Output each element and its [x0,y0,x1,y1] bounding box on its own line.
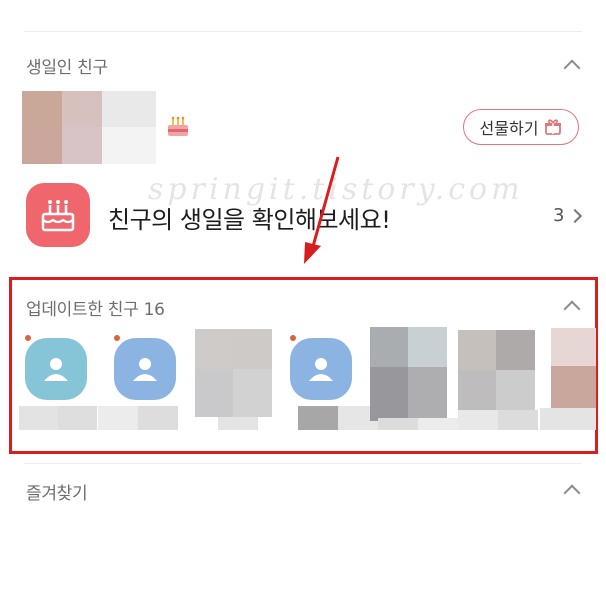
cake-icon [168,116,188,136]
person-icon [133,358,157,381]
friend-avatar[interactable] [195,329,272,417]
friend-avatar[interactable] [290,338,352,400]
friend-avatar[interactable] [458,330,535,410]
chevron-up-icon[interactable] [563,484,581,502]
friend-avatar[interactable] [551,328,596,408]
birthday-cake-tile[interactable] [26,183,90,247]
birthday-count-link[interactable]: 3 [553,205,583,226]
friend-name-blurred [458,410,538,430]
friend-name-blurred [98,406,178,430]
friend-name-blurred [378,418,458,430]
updated-section-title: 업데이트한 친구 16 [26,300,165,320]
friend-name-blurred [19,406,97,430]
chevron-up-icon[interactable] [563,59,581,77]
new-update-dot [290,335,296,341]
gift-button-label: 선물하기 [479,119,539,138]
favorites-section-title: 즐겨찾기 [26,484,88,504]
birthday-section-title: 생일인 친구 [26,58,108,78]
new-update-dot [25,335,31,341]
top-divider [24,31,582,32]
birthday-count: 3 [553,205,565,226]
section-divider [24,463,582,464]
cake-icon [41,200,75,232]
friend-avatar[interactable] [370,327,447,421]
person-icon [44,358,68,381]
friend-name-blurred [540,408,596,430]
birthday-friend-avatar[interactable] [22,91,156,164]
gift-button[interactable]: 선물하기 [463,109,579,145]
person-icon [309,358,333,381]
friend-name-blurred [298,406,378,430]
friend-avatar[interactable] [114,338,176,400]
friend-avatar[interactable] [25,338,87,400]
friend-name-blurred [218,417,258,430]
chevron-right-icon [568,208,583,223]
watermark: springit.tistory.com [148,172,524,207]
gift-icon [545,119,562,135]
new-update-dot [114,335,120,341]
